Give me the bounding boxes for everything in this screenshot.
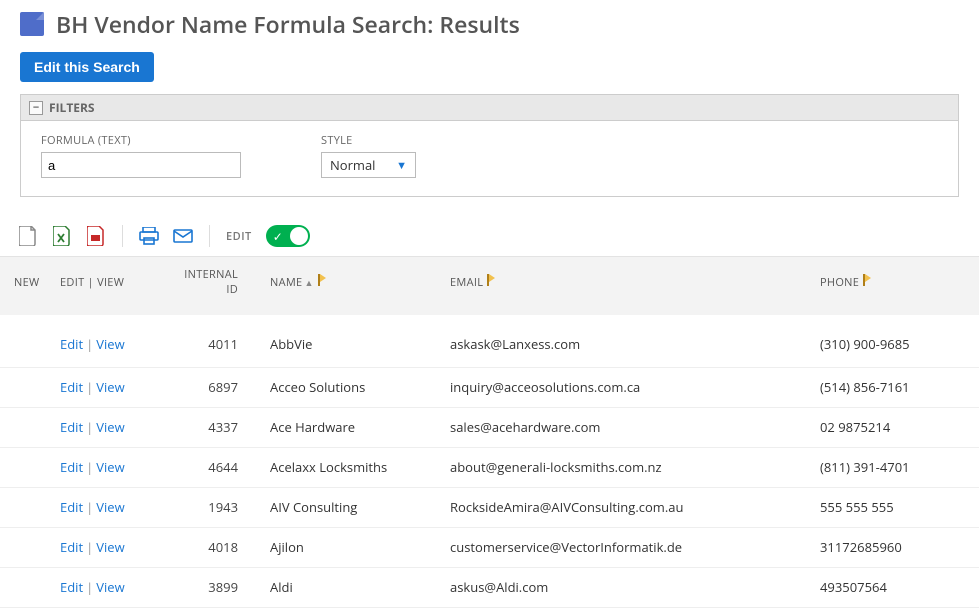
cell-editview: Edit|View: [50, 407, 170, 447]
style-label: STYLE: [321, 133, 416, 148]
cell-name: AbbVie: [260, 311, 440, 367]
table-row: Edit|View6897Acceo Solutionsinquiry@acce…: [0, 367, 979, 407]
sort-asc-icon: ▲: [304, 276, 313, 289]
page-icon: [20, 12, 44, 36]
cell-phone: (811) 391-4701: [810, 447, 979, 487]
table-row: Edit|View4337Ace Hardwaresales@acehardwa…: [0, 407, 979, 447]
export-csv-icon[interactable]: [18, 226, 38, 246]
cell-phone: (514) 856-7161: [810, 367, 979, 407]
table-row: Edit|View3899Aldiaskus@Aldi.com493507564: [0, 567, 979, 607]
edit-link[interactable]: Edit: [60, 498, 83, 516]
cell-editview: Edit|View: [50, 367, 170, 407]
flag-icon: [487, 274, 497, 286]
cell-phone: 493507564: [810, 567, 979, 607]
cell-editview: Edit|View: [50, 527, 170, 567]
cell-new: [0, 367, 50, 407]
edit-link[interactable]: Edit: [60, 335, 83, 353]
view-link[interactable]: View: [96, 578, 124, 596]
cell-name: AIV Consulting: [260, 487, 440, 527]
cell-phone: 555 555 555: [810, 487, 979, 527]
edit-link[interactable]: Edit: [60, 418, 83, 436]
cell-name: Aldi: [260, 567, 440, 607]
cell-phone: 31172685960: [810, 527, 979, 567]
view-link[interactable]: View: [96, 378, 124, 396]
table-row: Edit|View4018Ajiloncustomerservice@Vecto…: [0, 527, 979, 567]
cell-email: customerservice@VectorInformatik.de: [440, 527, 810, 567]
cell-email: RocksideAmira@AIVConsulting.com.au: [440, 487, 810, 527]
cell-internal-id: 1943: [170, 487, 260, 527]
view-link[interactable]: View: [96, 538, 124, 556]
cell-name: Acceo Solutions: [260, 367, 440, 407]
cell-new: [0, 527, 50, 567]
view-link[interactable]: View: [96, 335, 124, 353]
cell-new: [0, 311, 50, 367]
edit-toggle[interactable]: [266, 225, 310, 247]
flag-icon: [318, 274, 328, 286]
edit-toggle-label: EDIT: [226, 229, 252, 244]
cell-editview: Edit|View: [50, 567, 170, 607]
table-row: Edit|View4644Acelaxx Locksmithsabout@gen…: [0, 447, 979, 487]
page-title: BH Vendor Name Formula Search: Results: [56, 8, 520, 40]
cell-email: about@generali-locksmiths.com.nz: [440, 447, 810, 487]
cell-email: inquiry@acceosolutions.com.ca: [440, 367, 810, 407]
col-header-editview[interactable]: EDIT | VIEW: [50, 257, 170, 312]
col-header-new[interactable]: NEW: [0, 257, 50, 312]
cell-email: sales@acehardware.com: [440, 407, 810, 447]
edit-link[interactable]: Edit: [60, 378, 83, 396]
filters-header[interactable]: − FILTERS: [20, 94, 959, 121]
print-icon[interactable]: [139, 226, 159, 246]
col-header-phone[interactable]: PHONE: [810, 257, 979, 312]
cell-new: [0, 407, 50, 447]
cell-name: Ajilon: [260, 527, 440, 567]
style-value: Normal: [330, 156, 375, 174]
export-pdf-icon[interactable]: [86, 226, 106, 246]
view-link[interactable]: View: [96, 498, 124, 516]
cell-name: Acelaxx Locksmiths: [260, 447, 440, 487]
view-link[interactable]: View: [96, 458, 124, 476]
cell-internal-id: 4011: [170, 311, 260, 367]
cell-phone: (310) 900-9685: [810, 311, 979, 367]
cell-new: [0, 567, 50, 607]
chevron-down-icon: ▼: [396, 158, 407, 173]
cell-email: askus@Aldi.com: [440, 567, 810, 607]
edit-link[interactable]: Edit: [60, 578, 83, 596]
style-select[interactable]: Normal ▼: [321, 152, 416, 178]
cell-new: [0, 487, 50, 527]
cell-editview: Edit|View: [50, 311, 170, 367]
cell-phone: 02 9875214: [810, 407, 979, 447]
email-icon[interactable]: [173, 226, 193, 246]
table-row: Edit|View1943AIV ConsultingRocksideAmira…: [0, 487, 979, 527]
col-header-email[interactable]: EMAIL: [440, 257, 810, 312]
col-header-name[interactable]: NAME▲: [260, 257, 440, 312]
collapse-icon[interactable]: −: [29, 101, 43, 115]
col-header-internal[interactable]: INTERNAL ID: [170, 257, 260, 312]
edit-search-button[interactable]: Edit this Search: [20, 52, 154, 82]
edit-link[interactable]: Edit: [60, 538, 83, 556]
filters-title: FILTERS: [49, 99, 95, 116]
flag-icon: [863, 274, 873, 286]
formula-input[interactable]: [41, 152, 241, 178]
edit-link[interactable]: Edit: [60, 458, 83, 476]
cell-internal-id: 4018: [170, 527, 260, 567]
view-link[interactable]: View: [96, 418, 124, 436]
cell-email: askask@Lanxess.com: [440, 311, 810, 367]
export-excel-icon[interactable]: [52, 226, 72, 246]
cell-new: [0, 447, 50, 487]
table-row: Edit|View4011AbbVieaskask@Lanxess.com(31…: [0, 311, 979, 367]
formula-label: FORMULA (TEXT): [41, 133, 241, 148]
cell-internal-id: 4337: [170, 407, 260, 447]
cell-editview: Edit|View: [50, 487, 170, 527]
cell-internal-id: 4644: [170, 447, 260, 487]
cell-editview: Edit|View: [50, 447, 170, 487]
cell-internal-id: 3899: [170, 567, 260, 607]
cell-internal-id: 6897: [170, 367, 260, 407]
cell-name: Ace Hardware: [260, 407, 440, 447]
